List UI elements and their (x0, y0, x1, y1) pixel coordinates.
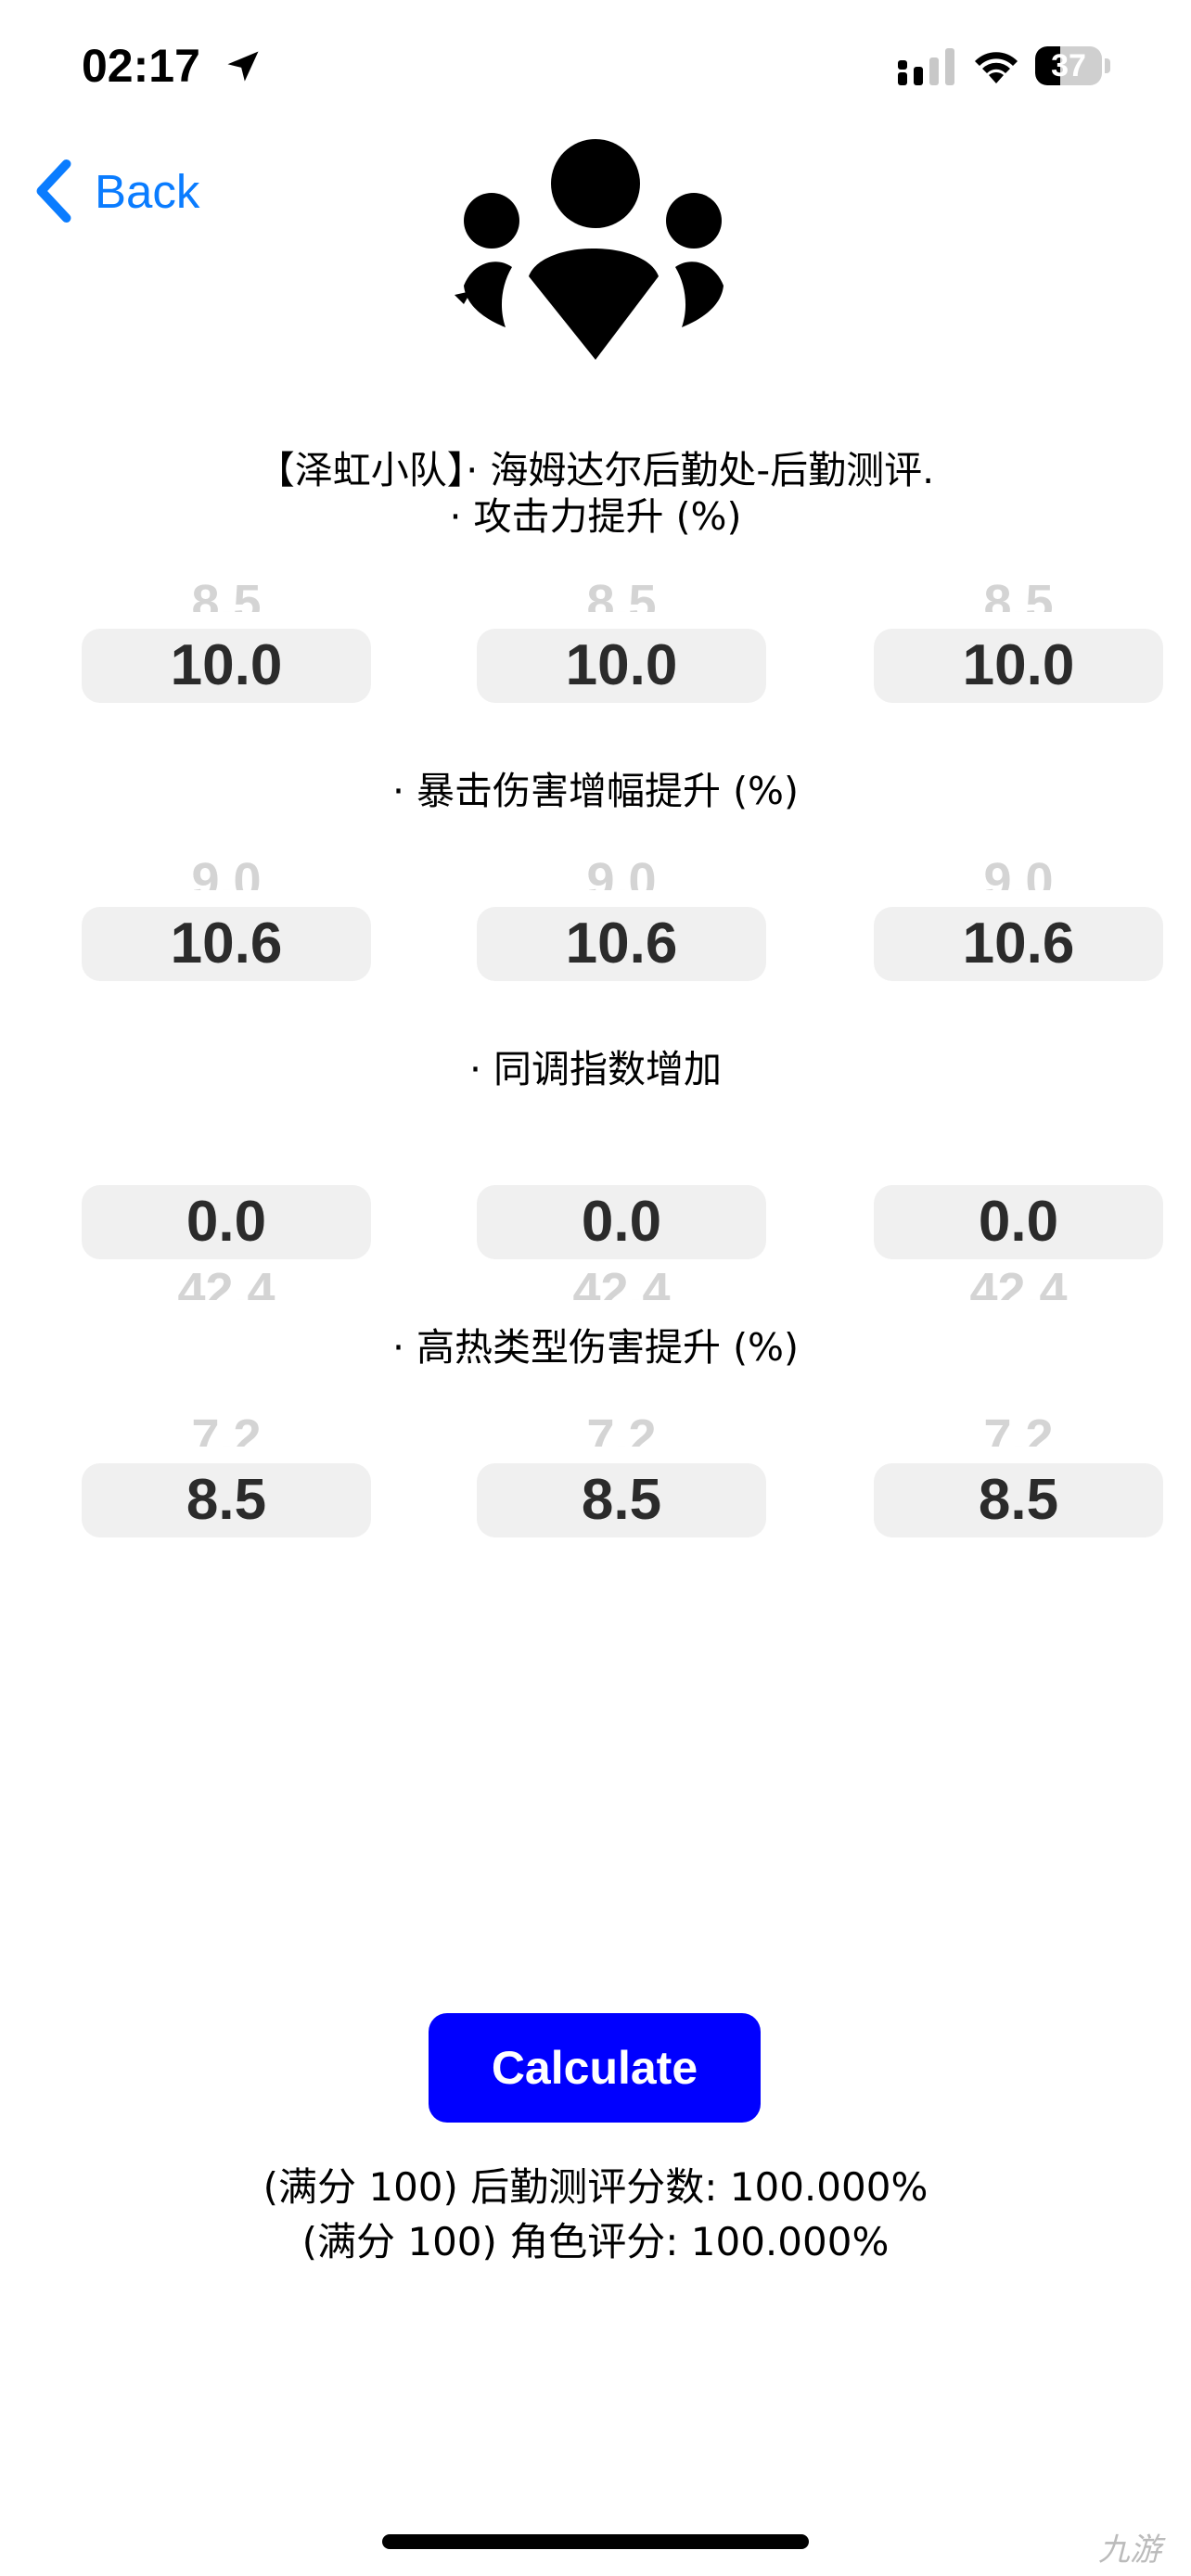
picker-selected-value: 8.5 (477, 1463, 766, 1537)
watermark-logo: 九游 (1098, 2531, 1161, 2569)
picker-prev-value: 8.5 (983, 575, 1054, 612)
picker-prev-value: 7.2 (586, 1409, 657, 1447)
picker-prev-value: 7.2 (191, 1409, 262, 1447)
picker-prev-value: 8.5 (191, 575, 262, 612)
picker-selected-value: 10.6 (874, 907, 1163, 981)
calculate-button[interactable]: Calculate (429, 2013, 761, 2123)
picker-selected-value: 10.0 (477, 629, 766, 703)
status-time: 02:17 (82, 40, 200, 92)
battery-percent: 37 (1051, 48, 1086, 83)
cellular-signal-icon (898, 48, 954, 85)
section-label-heat: · 高热类型伤害提升 (%) (391, 1325, 800, 1370)
picker-next-value: 42.4 (969, 1263, 1068, 1300)
battery-icon: 37 (1035, 46, 1111, 85)
location-arrow-icon (227, 51, 259, 82)
wifi-icon (975, 52, 1018, 83)
picker-prev-value: 7.2 (983, 1409, 1054, 1447)
chevron-left-icon (36, 159, 71, 223)
picker-selected-value: 10.6 (82, 907, 371, 981)
picker-selected-value: 0.0 (874, 1185, 1163, 1259)
back-label: Back (95, 164, 200, 218)
picker-selected-value: 10.0 (82, 629, 371, 703)
section-label-crit: · 暴击伤害增幅提升 (%) (391, 769, 800, 813)
picker-selected-value: 10.0 (874, 629, 1163, 703)
picker-selected-value: 0.0 (82, 1185, 371, 1259)
logistics-score-text: (满分 100) 后勤测评分数: 100.000% (263, 2164, 928, 2210)
group-people-icon (455, 139, 724, 360)
back-button[interactable]: Back (33, 158, 199, 224)
title-line-1: 【泽虹小队】· 海姆达尔后勤处-后勤测评. (256, 448, 935, 492)
picker-prev-value: 9.0 (983, 853, 1054, 890)
picker-selected-value: 0.0 (477, 1185, 766, 1259)
picker-selected-value: 8.5 (874, 1463, 1163, 1537)
section-label-sync: · 同调指数增加 (468, 1047, 723, 1091)
picker-selected-value: 8.5 (82, 1463, 371, 1537)
picker-next-value: 42.4 (177, 1263, 275, 1300)
character-score-text: (满分 100) 角色评分: 100.000% (301, 2219, 890, 2264)
picker-prev-value: 9.0 (191, 853, 262, 890)
picker-selected-value: 10.6 (477, 907, 766, 981)
picker-prev-value: 9.0 (586, 853, 657, 890)
title-line-2: · 攻击力提升 (%) (449, 494, 742, 539)
picker-next-value: 42.4 (572, 1263, 671, 1300)
home-indicator[interactable] (382, 2534, 809, 2549)
page-title: 【泽虹小队】· 海姆达尔后勤处-后勤测评. · 攻击力提升 (%) (0, 447, 1191, 540)
picker-prev-value: 8.5 (586, 575, 657, 612)
